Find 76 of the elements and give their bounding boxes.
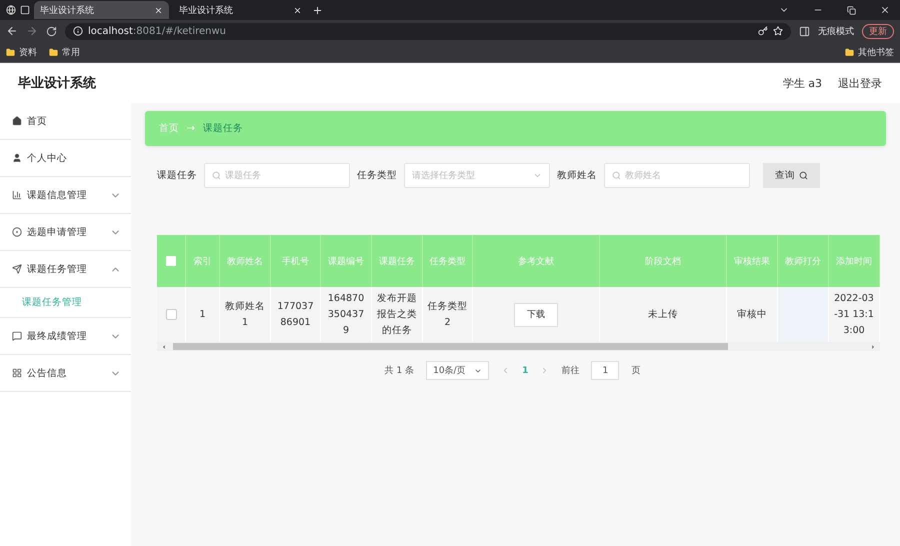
- table-cell: [778, 287, 829, 342]
- horizontal-scrollbar[interactable]: [157, 342, 880, 351]
- star-icon[interactable]: [773, 26, 783, 36]
- url-text: localhost:8081/#/ketirenwu: [88, 26, 226, 36]
- bar-chart-icon: [12, 190, 22, 200]
- folder-icon[interactable]: [6, 48, 15, 56]
- page-size-select[interactable]: 10条/页: [426, 361, 490, 380]
- forward-icon[interactable]: [26, 25, 38, 37]
- side-panel-icon[interactable]: [799, 26, 810, 36]
- sidebar-item[interactable]: 首页: [0, 103, 131, 140]
- row-checkbox[interactable]: [166, 309, 176, 320]
- paper-plane-icon: [12, 264, 22, 274]
- search-icon: [799, 171, 808, 180]
- sidebar-item[interactable]: 课题信息管理: [0, 177, 131, 214]
- field-label: 任务类型: [357, 169, 397, 182]
- folder-icon[interactable]: [49, 48, 58, 56]
- update-button[interactable]: 更新: [862, 24, 894, 38]
- table-cell: 未上传: [600, 287, 727, 342]
- tab-strip-icon[interactable]: [20, 5, 30, 15]
- browser-tab[interactable]: 毕业设计系统: [34, 1, 169, 19]
- app-title: 毕业设计系统: [18, 74, 97, 92]
- table-cell: 1: [186, 287, 220, 342]
- total-count: 共 1 条: [384, 364, 414, 377]
- table-cell: 审核中: [727, 287, 778, 342]
- user-name: 学生 a3: [782, 76, 822, 90]
- search-icon: [212, 171, 221, 180]
- new-tab-icon[interactable]: [312, 4, 323, 16]
- info-icon: [73, 26, 83, 36]
- table-cell: 2022-03-31 13:13:00: [829, 287, 880, 342]
- search-button[interactable]: 查询: [763, 163, 820, 188]
- field-label: 课题任务: [157, 169, 197, 182]
- address-bar[interactable]: localhost:8081/#/ketirenwu: [65, 22, 791, 40]
- table-cell: 任务类型2: [423, 287, 473, 342]
- grid-icon: [12, 368, 22, 378]
- breadcrumb-item: 课题任务: [202, 122, 243, 135]
- breadcrumb-separator: →: [187, 123, 195, 134]
- bookmark[interactable]: 其他书签: [858, 46, 894, 58]
- sidebar-item[interactable]: 课题任务管理: [0, 251, 131, 288]
- logout-link[interactable]: 退出登录: [838, 76, 882, 90]
- back-icon[interactable]: [6, 25, 18, 37]
- search-icon: [612, 171, 621, 180]
- circle-icon: [12, 227, 22, 237]
- message-icon: [12, 331, 22, 341]
- home-icon: [12, 116, 22, 126]
- table-cell: 17703786901: [271, 287, 321, 342]
- close-icon[interactable]: [293, 6, 302, 14]
- key-icon[interactable]: [758, 26, 768, 36]
- sidebar-item[interactable]: 公告信息: [0, 355, 131, 392]
- tab-title: 毕业设计系统: [40, 4, 95, 16]
- close-icon[interactable]: [880, 5, 890, 15]
- field-label: 教师姓名: [557, 169, 597, 182]
- scroll-left-icon[interactable]: [161, 344, 167, 350]
- sidebar-item[interactable]: 选题申请管理: [0, 214, 131, 251]
- profile-label[interactable]: 无痕模式: [818, 24, 854, 38]
- close-icon[interactable]: [154, 6, 163, 14]
- page-suffix: 页: [631, 365, 640, 377]
- restore-icon[interactable]: [847, 6, 856, 14]
- select-all-checkbox[interactable]: [166, 256, 176, 266]
- sidebar-item[interactable]: 最终成绩管理: [0, 318, 131, 355]
- sidebar-item[interactable]: 个人中心: [0, 140, 131, 177]
- table-cell: 教师姓名1: [220, 287, 271, 342]
- goto-label: 前往: [561, 364, 580, 377]
- bookmark[interactable]: 资料: [19, 46, 37, 58]
- reload-icon[interactable]: [46, 26, 57, 36]
- folder-icon[interactable]: [845, 48, 854, 56]
- bookmark[interactable]: 常用: [62, 46, 80, 58]
- tab-title: 毕业设计系统: [179, 4, 234, 16]
- table-cell: 发布开题报告之类的任务: [372, 287, 423, 342]
- globe-icon: [6, 5, 16, 15]
- scroll-right-icon[interactable]: [870, 344, 876, 350]
- chevron-down-icon: [533, 171, 542, 180]
- table-cell: 1648703504379: [321, 287, 372, 342]
- user-icon: [12, 153, 22, 163]
- download-button[interactable]: 下载: [514, 302, 558, 326]
- page-input[interactable]: 1: [591, 361, 620, 380]
- browser-tab[interactable]: 毕业设计系统: [173, 1, 308, 19]
